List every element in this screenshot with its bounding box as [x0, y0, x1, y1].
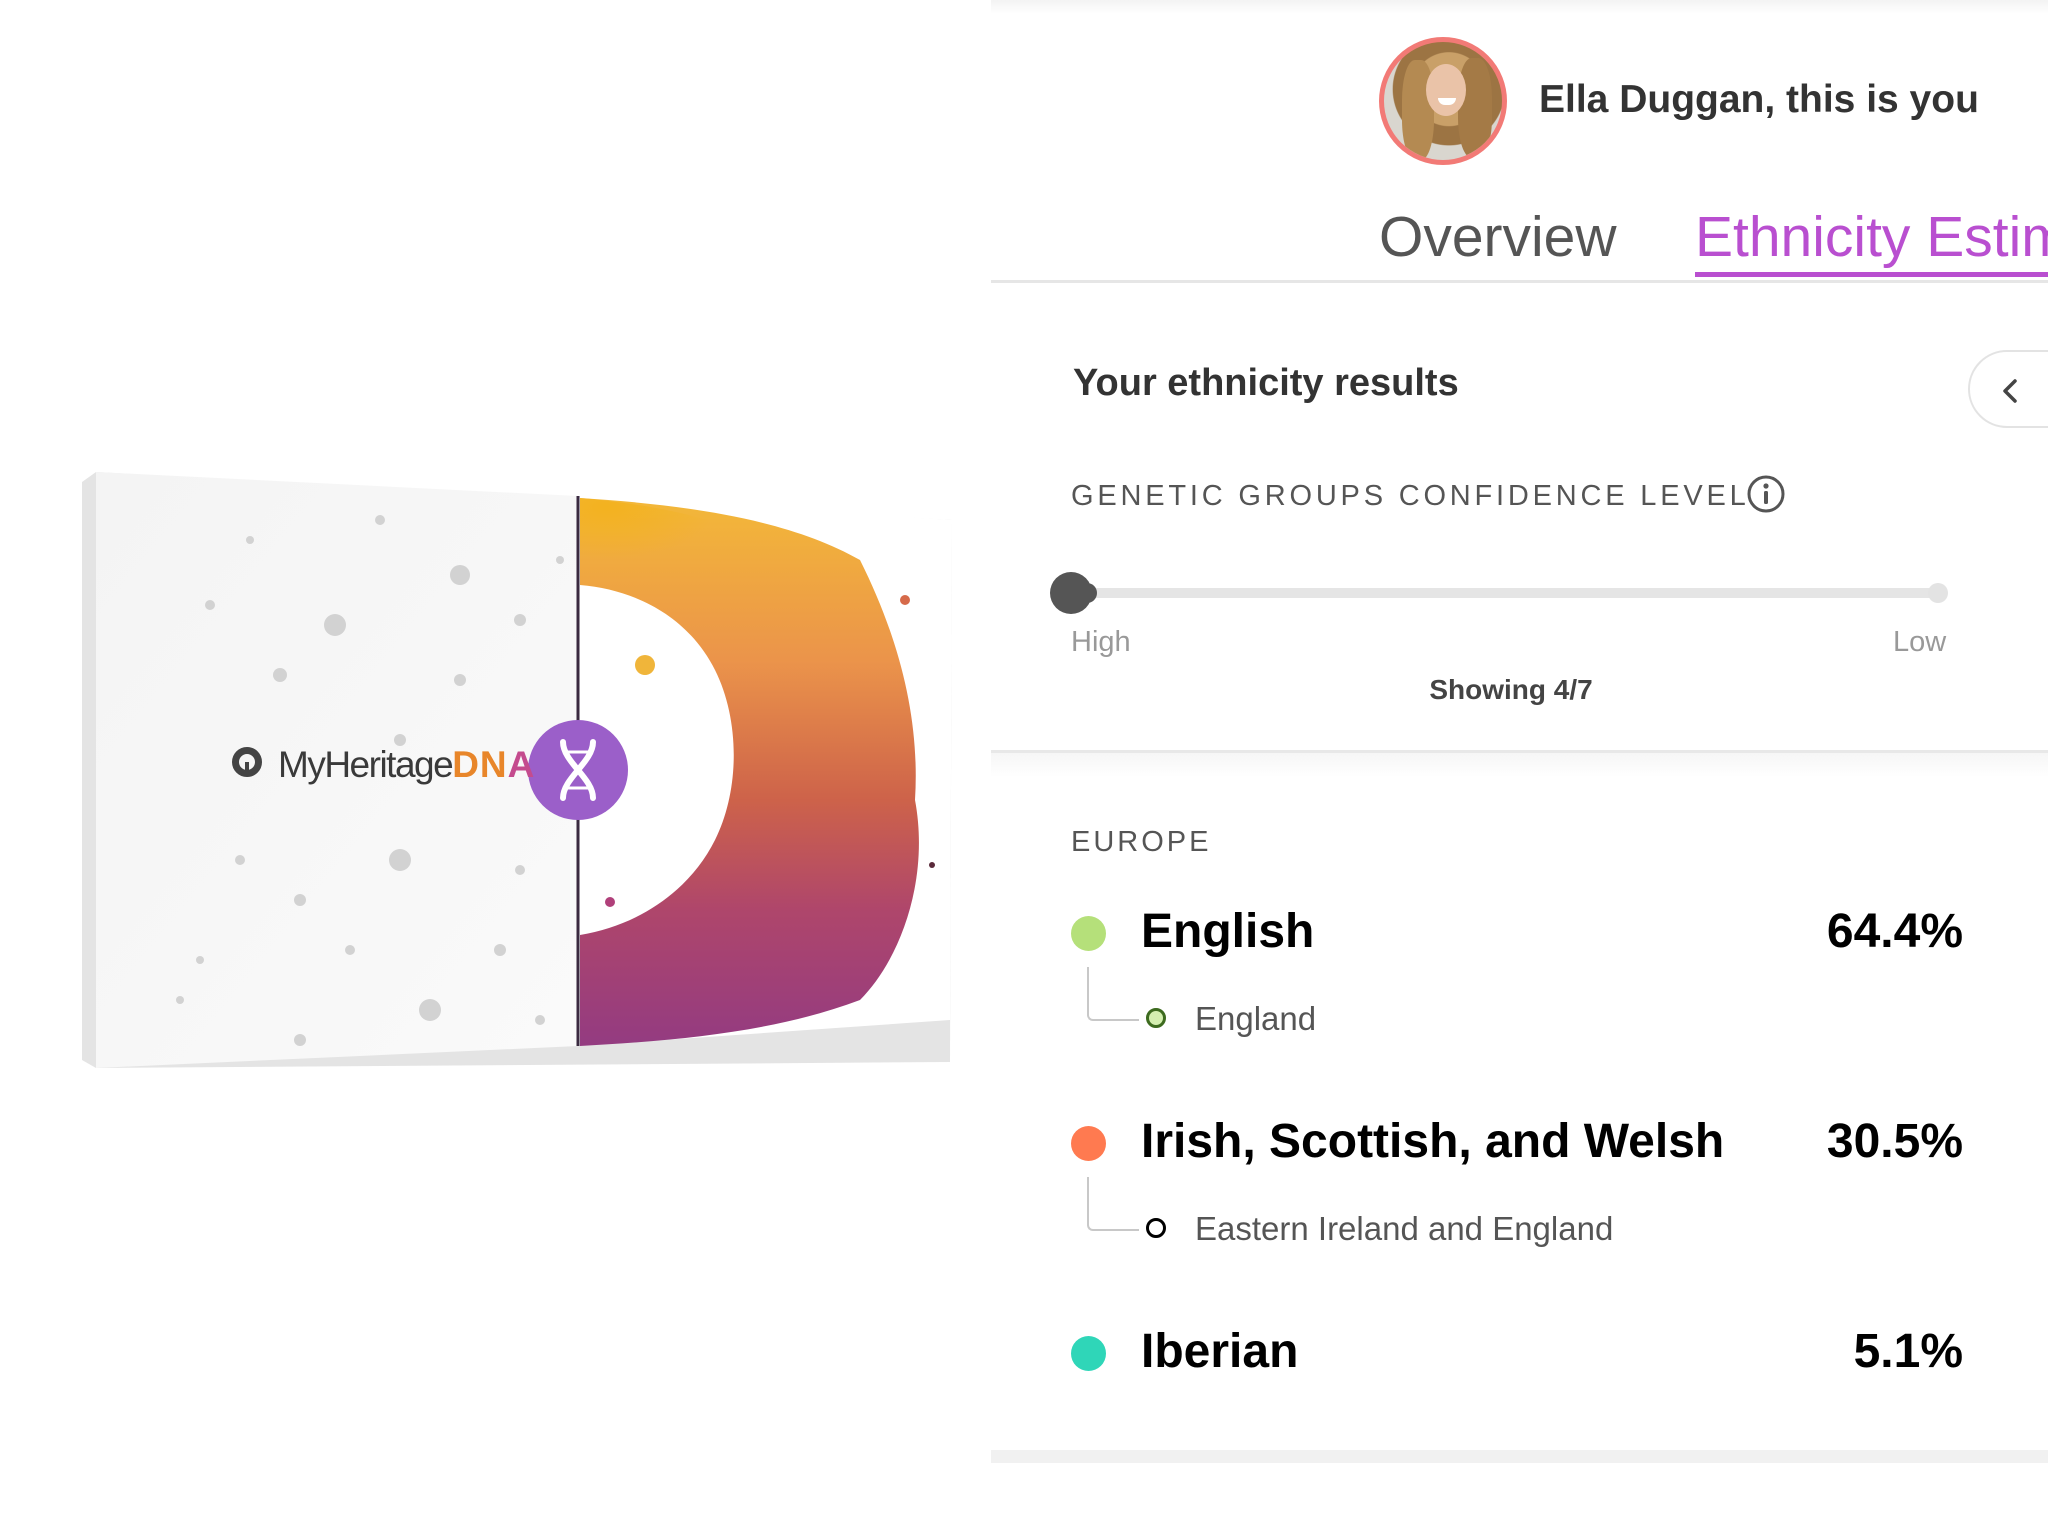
chevron-left-icon	[2003, 379, 2017, 403]
paint-drop	[900, 595, 910, 605]
tab-overview[interactable]: Overview	[1379, 204, 1617, 270]
paint-drop	[635, 655, 655, 675]
ethnicity-results-panel: Ella Duggan, this is you Overview Ethnic…	[991, 0, 2048, 1536]
slider-label-high: High	[1071, 626, 1131, 658]
subgroup-dot	[1146, 1218, 1166, 1238]
subgroup-row[interactable]: England	[991, 1000, 2048, 1044]
collapse-panel-button[interactable]	[1968, 350, 2048, 428]
avatar-face	[1426, 64, 1466, 116]
myheritage-dna-logo-text: MyHeritageDNA	[278, 744, 535, 786]
subgroup-dot	[1146, 1008, 1166, 1028]
ethnicity-name[interactable]: English	[1141, 904, 1314, 959]
ethnicity-row[interactable]: Iberian 5.1%	[991, 1324, 2048, 1384]
subgroup-name[interactable]: England	[1195, 1000, 1316, 1038]
brand-name: MyHeritage	[278, 744, 454, 785]
subgroup-name[interactable]: Eastern Ireland and England	[1195, 1210, 1613, 1248]
info-icon[interactable]	[1746, 474, 1786, 514]
profile-name: Ella Duggan, this is you	[1539, 78, 1979, 121]
section-bottom-bar	[991, 1450, 2048, 1463]
brand-dna-prefix: DN	[452, 744, 508, 785]
slider-track	[1087, 588, 1943, 598]
ethnicity-color-dot	[1071, 1336, 1106, 1371]
ethnicity-name[interactable]: Irish, Scottish, and Welsh	[1141, 1114, 1724, 1169]
brand-dna: DNA	[452, 744, 535, 785]
slider-thumb[interactable]	[1050, 572, 1092, 614]
results-heading: Your ethnicity results	[1073, 362, 1459, 404]
top-shadow	[991, 0, 2048, 14]
ethnicity-percent: 64.4%	[1826, 905, 1963, 958]
ethnicity-percent: 5.1%	[1853, 1325, 1963, 1378]
slider-end-stop	[1928, 583, 1948, 603]
ethnicity-color-dot	[1071, 1126, 1106, 1161]
ethnicity-color-dot	[1071, 916, 1106, 951]
confidence-level-label: GENETIC GROUPS CONFIDENCE LEVEL	[1071, 480, 1750, 512]
subgroup-row[interactable]: Eastern Ireland and England	[991, 1210, 2048, 1254]
active-tab-indicator	[1695, 272, 2048, 277]
region-label-europe: EUROPE	[1071, 826, 1212, 858]
paint-drop	[929, 862, 935, 868]
section-shadow	[991, 753, 2048, 777]
myheritage-logo-icon	[232, 747, 262, 777]
ethnicity-row[interactable]: Irish, Scottish, and Welsh 30.5%	[991, 1114, 2048, 1174]
ethnicity-name[interactable]: Iberian	[1141, 1324, 1298, 1379]
tabs-divider	[991, 280, 2048, 283]
paint-drop	[605, 897, 615, 907]
avatar-hair	[1458, 58, 1492, 158]
brand-dna-suffix: A	[507, 744, 536, 785]
tab-ethnicity-estimate[interactable]: Ethnicity Estima	[1695, 204, 2048, 270]
ethnicity-row[interactable]: English 64.4%	[991, 904, 2048, 964]
product-image-myheritage-dna-kit: MyHeritageDNA	[0, 0, 990, 1536]
slider-label-low: Low	[1893, 626, 1947, 658]
confidence-level-slider[interactable]	[1050, 568, 1951, 618]
ethnicity-percent: 30.5%	[1826, 1115, 1963, 1168]
avatar[interactable]	[1379, 37, 1507, 165]
showing-count: Showing 4/7	[1429, 674, 1593, 705]
